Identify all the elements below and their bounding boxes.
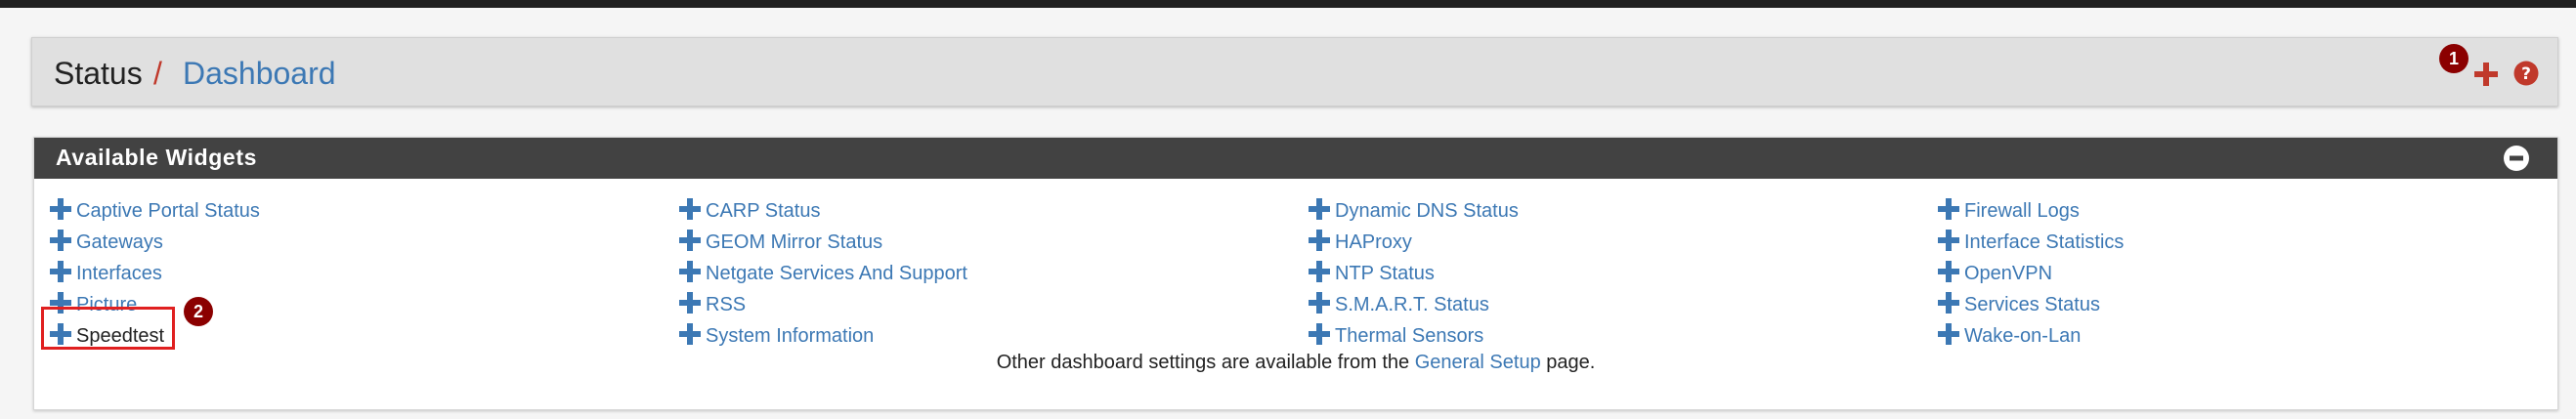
widget-label: Netgate Services And Support <box>706 263 967 284</box>
widget-label: GEOM Mirror Status <box>706 231 883 253</box>
plus-icon <box>1309 198 1330 220</box>
minus-circle-icon[interactable] <box>2503 145 2530 172</box>
step-badge-1: 1 <box>2439 44 2469 73</box>
breadcrumb: Status / Dashboard <box>31 37 2558 106</box>
plus-icon <box>1309 323 1330 345</box>
widget-label: Interface Statistics <box>1964 231 2125 253</box>
question-circle-icon[interactable]: ? <box>2513 61 2539 86</box>
plus-icon <box>1938 198 1959 220</box>
widget-label: Thermal Sensors <box>1335 325 1484 347</box>
plus-icon <box>679 261 701 282</box>
available-widgets-panel: Available Widgets Captive Portal Status … <box>33 137 2558 410</box>
panel-header: Available Widgets <box>34 138 2557 179</box>
plus-icon <box>50 230 71 251</box>
widget-label: S.M.A.R.T. Status <box>1335 294 1489 315</box>
breadcrumb-dashboard-link[interactable]: Dashboard <box>183 56 336 91</box>
plus-icon <box>679 292 701 314</box>
widget-label: Dynamic DNS Status <box>1335 200 1519 222</box>
plus-icon <box>1938 323 1959 345</box>
widget-label: CARP Status <box>706 200 821 222</box>
plus-icon <box>1309 292 1330 314</box>
widget-label: NTP Status <box>1335 263 1435 284</box>
plus-icon <box>1938 230 1959 251</box>
widget-label: Wake-on-Lan <box>1964 325 2082 347</box>
plus-icon[interactable] <box>2472 61 2500 88</box>
speedtest-highlight-box <box>41 307 175 350</box>
page: Status / Dashboard 1 ? Available Widgets… <box>0 0 2576 419</box>
dashboard-settings-note: Other dashboard settings are available f… <box>34 351 2557 374</box>
breadcrumb-separator: / <box>153 56 162 91</box>
widget-label: System Information <box>706 325 875 347</box>
widget-label: Services Status <box>1964 294 2100 315</box>
widget-label: Gateways <box>76 231 163 253</box>
svg-text:?: ? <box>2521 64 2531 84</box>
widget-label: Interfaces <box>76 263 162 284</box>
general-setup-link[interactable]: General Setup <box>1415 352 1541 373</box>
breadcrumb-status: Status <box>54 56 143 91</box>
step-badge-2: 2 <box>184 297 213 326</box>
plus-icon <box>679 230 701 251</box>
footer-text-before: Other dashboard settings are available f… <box>996 352 1415 373</box>
plus-icon <box>50 198 71 220</box>
plus-icon <box>1938 261 1959 282</box>
plus-icon <box>1309 230 1330 251</box>
widget-label: RSS <box>706 294 747 315</box>
panel-title: Available Widgets <box>56 145 257 170</box>
plus-icon <box>1309 261 1330 282</box>
top-navbar <box>0 0 2576 8</box>
plus-icon <box>679 198 701 220</box>
widget-label: OpenVPN <box>1964 263 2053 284</box>
widget-label: HAProxy <box>1335 231 1412 253</box>
widget-label: Firewall Logs <box>1964 200 2080 222</box>
plus-icon <box>679 323 701 345</box>
plus-icon <box>1938 292 1959 314</box>
widget-label: Captive Portal Status <box>76 200 260 222</box>
plus-icon <box>50 261 71 282</box>
footer-text-after: page. <box>1540 352 1596 373</box>
